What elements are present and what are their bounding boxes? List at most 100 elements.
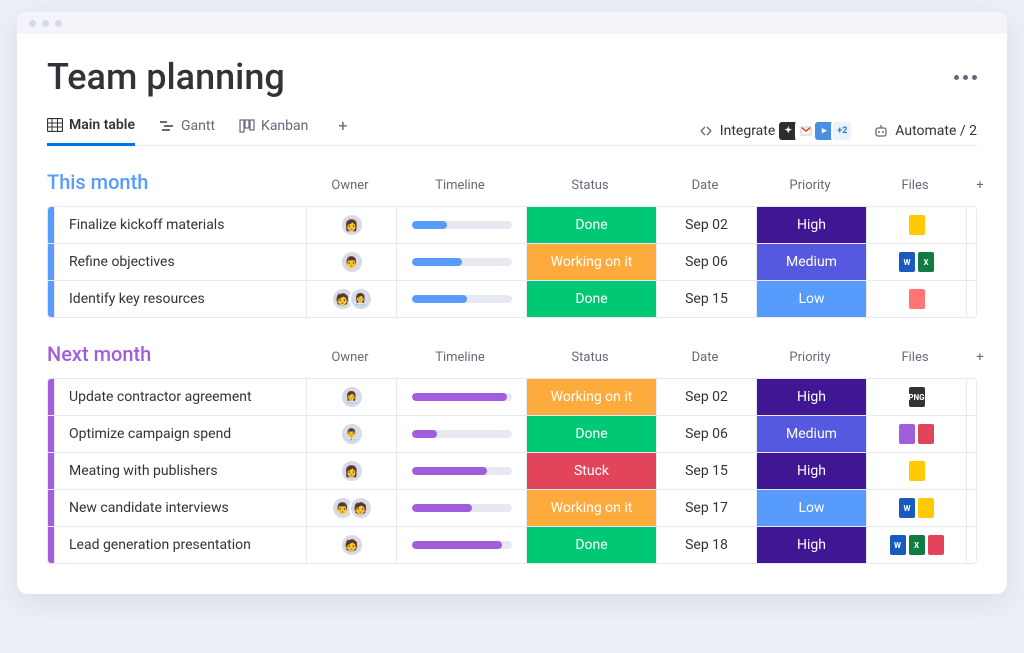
owner-cell[interactable]: 👨‍💼 [306,416,396,452]
avatar[interactable]: 👩 [340,213,364,237]
tab-kanban[interactable]: Kanban [239,118,308,144]
files-cell[interactable]: PNG [866,379,966,415]
date-cell[interactable]: Sep 17 [656,490,756,526]
status-cell[interactable]: Working on it [526,244,656,280]
date-cell[interactable]: Sep 15 [656,281,756,317]
task-name-cell[interactable]: Lead generation presentation [54,527,306,563]
priority-cell[interactable]: High [756,453,866,489]
priority-cell[interactable]: Medium [756,416,866,452]
task-name-cell[interactable]: Identify key resources [54,281,306,317]
column-header-owner[interactable]: Owner [305,178,395,199]
file-icon[interactable]: X [909,535,925,555]
owner-cell[interactable]: 👨 [306,244,396,280]
avatar[interactable]: 🧑 [349,496,373,520]
avatar[interactable]: 👨 [340,250,364,274]
files-cell[interactable] [866,207,966,243]
task-name-cell[interactable]: Finalize kickoff materials [54,207,306,243]
group-title[interactable]: Next month [47,342,305,366]
file-icon[interactable]: W [890,535,906,555]
files-cell[interactable]: W [866,490,966,526]
avatar[interactable]: 👩‍💼 [349,287,373,311]
file-icon[interactable] [899,424,915,444]
column-header-status[interactable]: Status [525,350,655,371]
timeline-cell[interactable] [396,207,526,243]
priority-cell[interactable]: Low [756,490,866,526]
files-cell[interactable]: WX [866,244,966,280]
timeline-cell[interactable] [396,453,526,489]
file-icon[interactable] [918,424,934,444]
owner-cell[interactable]: 👩‍💼 [306,379,396,415]
file-icon[interactable]: PNG [909,387,925,407]
file-icon[interactable] [909,461,925,481]
status-cell[interactable]: Done [526,207,656,243]
timeline-cell[interactable] [396,490,526,526]
add-column-button[interactable]: + [965,178,995,199]
file-icon[interactable] [918,498,934,518]
owner-cell[interactable]: 👨🧑 [306,490,396,526]
avatar[interactable]: 👩‍💼 [340,385,364,409]
status-cell[interactable]: Done [526,416,656,452]
column-header-priority[interactable]: Priority [755,178,865,199]
file-icon[interactable]: W [899,252,915,272]
status-cell[interactable]: Working on it [526,379,656,415]
priority-cell[interactable]: High [756,527,866,563]
add-view-button[interactable]: + [332,116,353,145]
group-title[interactable]: This month [47,170,305,194]
column-header-date[interactable]: Date [655,350,755,371]
timeline-cell[interactable] [396,379,526,415]
date-cell[interactable]: Sep 06 [656,416,756,452]
column-header-files[interactable]: Files [865,350,965,371]
timeline-cell[interactable] [396,281,526,317]
owner-cell[interactable]: 🧑 [306,527,396,563]
timeline-cell[interactable] [396,244,526,280]
priority-cell[interactable]: Medium [756,244,866,280]
avatar[interactable]: 👨‍💼 [340,422,364,446]
date-cell[interactable]: Sep 18 [656,527,756,563]
column-header-status[interactable]: Status [525,178,655,199]
file-icon[interactable] [928,535,944,555]
files-cell[interactable] [866,453,966,489]
column-header-timeline[interactable]: Timeline [395,350,525,371]
avatar[interactable]: 👩 [340,459,364,483]
timeline-cell[interactable] [396,416,526,452]
automate-button[interactable]: Automate / 2 [873,123,977,139]
priority-cell[interactable]: High [756,379,866,415]
date-cell[interactable]: Sep 02 [656,379,756,415]
priority-cell[interactable]: High [756,207,866,243]
status-cell[interactable]: Stuck [526,453,656,489]
task-name-cell[interactable]: Refine objectives [54,244,306,280]
status-cell[interactable]: Done [526,281,656,317]
tab-main-table[interactable]: Main table [47,117,135,146]
owner-cell[interactable]: 🧑👩‍💼 [306,281,396,317]
file-icon[interactable]: W [899,498,915,518]
files-cell[interactable] [866,416,966,452]
file-icon[interactable]: X [918,252,934,272]
task-name-cell[interactable]: New candidate interviews [54,490,306,526]
date-cell[interactable]: Sep 06 [656,244,756,280]
task-name-cell[interactable]: Meating with publishers [54,453,306,489]
file-icon[interactable] [909,289,925,309]
column-header-files[interactable]: Files [865,178,965,199]
tab-gantt[interactable]: Gantt [159,118,215,144]
date-cell[interactable]: Sep 02 [656,207,756,243]
status-cell[interactable]: Done [526,527,656,563]
column-header-date[interactable]: Date [655,178,755,199]
priority-cell[interactable]: Low [756,281,866,317]
owner-cell[interactable]: 👩 [306,207,396,243]
column-header-priority[interactable]: Priority [755,350,865,371]
owner-cell[interactable]: 👩 [306,453,396,489]
files-cell[interactable]: WX [866,527,966,563]
file-icon[interactable] [909,215,925,235]
date-cell[interactable]: Sep 15 [656,453,756,489]
integrate-button[interactable]: Integrate ✦ ▸ +2 [698,120,854,142]
task-name-cell[interactable]: Optimize campaign spend [54,416,306,452]
add-column-button[interactable]: + [965,350,995,371]
more-menu-button[interactable] [954,75,977,80]
column-header-owner[interactable]: Owner [305,350,395,371]
column-header-timeline[interactable]: Timeline [395,178,525,199]
task-name-cell[interactable]: Update contractor agreement [54,379,306,415]
timeline-cell[interactable] [396,527,526,563]
status-cell[interactable]: Working on it [526,490,656,526]
files-cell[interactable] [866,281,966,317]
avatar[interactable]: 🧑 [340,533,364,557]
